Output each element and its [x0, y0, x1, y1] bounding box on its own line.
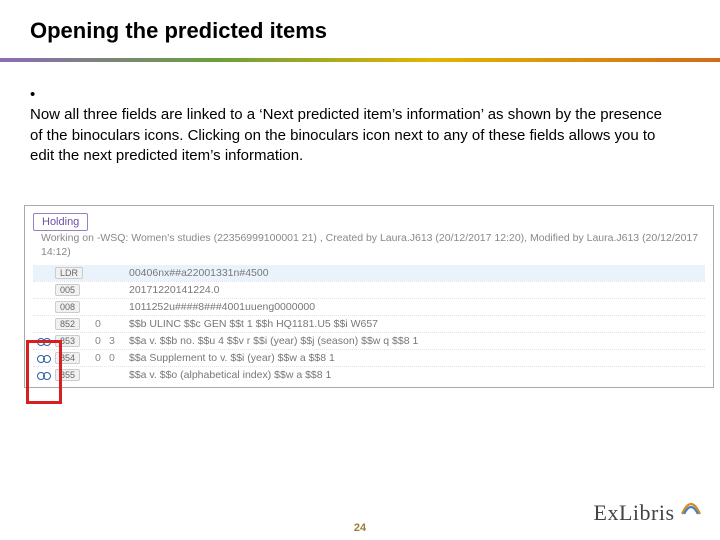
- marc-tag-chip[interactable]: 854: [55, 352, 80, 364]
- marc-tag-chip[interactable]: LDR: [55, 267, 83, 279]
- marc-row: 855 $$a v. $$o (alphabetical index) $$w a…: [33, 366, 705, 383]
- marc-indicator-2: 3: [109, 335, 123, 347]
- marc-indicator-2: 0: [109, 352, 123, 364]
- binoculars-icon[interactable]: [37, 354, 51, 363]
- marc-tag-cell: 852: [55, 318, 95, 330]
- marc-tag-chip[interactable]: 853: [55, 335, 80, 347]
- marc-row: 008 1011252u####8###4001uueng0000000: [33, 298, 705, 315]
- row-icon-cell: [33, 371, 55, 380]
- row-icon-cell: [33, 337, 55, 346]
- slide-title: Opening the predicted items: [30, 18, 327, 44]
- marc-tag-cell: 854: [55, 352, 95, 364]
- bullet-marker: •: [30, 85, 48, 105]
- accent-rule: [0, 58, 720, 62]
- marc-field-data: $$a Supplement to v. $$i (year) $$w a $$…: [123, 352, 705, 364]
- marc-field-data: 1011252u####8###4001uueng0000000: [123, 301, 705, 313]
- marc-tag-chip[interactable]: 005: [55, 284, 80, 296]
- marc-row: 853 03$$a v. $$b no. $$u 4 $$v r $$i (yea…: [33, 332, 705, 349]
- marc-row: 852 0 $$b ULINC $$c GEN $$t 1 $$h HQ1181.U…: [33, 315, 705, 332]
- marc-row: 005 20171220141224.0: [33, 281, 705, 298]
- bullet-paragraph: • Now all three fields are linked to a ‘…: [30, 85, 690, 166]
- binoculars-icon[interactable]: [37, 337, 51, 346]
- record-meta-text: Working on -WSQ: Women's studies (223569…: [41, 231, 705, 259]
- row-icon-cell: [33, 354, 55, 363]
- marc-tag-chip[interactable]: 008: [55, 301, 80, 313]
- marc-tag-chip[interactable]: 855: [55, 369, 80, 381]
- bullet-text: Now all three fields are linked to a ‘Ne…: [30, 105, 670, 166]
- marc-rows-container: LDR 00406nx##a22001331n#4500 005 2017122014…: [33, 265, 705, 383]
- exlibris-logo: ExLibris: [594, 500, 702, 526]
- record-panel: Holding Working on -WSQ: Women's studies…: [24, 205, 714, 388]
- holding-section-tag[interactable]: Holding: [33, 213, 88, 231]
- marc-row: 85400$$a Supplement to v. $$i (year) $$w…: [33, 349, 705, 366]
- exlibris-logo-text: ExLibris: [594, 500, 675, 525]
- marc-indicator-1: 0: [95, 318, 109, 330]
- marc-tag-chip[interactable]: 852: [55, 318, 80, 330]
- exlibris-logo-arc-icon: [680, 498, 702, 523]
- marc-indicator-1: 0: [95, 352, 109, 364]
- marc-tag-cell: 855: [55, 369, 95, 381]
- marc-tag-cell: 008: [55, 301, 95, 313]
- marc-tag-cell: 853: [55, 335, 95, 347]
- marc-tag-cell: LDR: [55, 267, 95, 279]
- marc-field-data: 00406nx##a22001331n#4500: [123, 267, 705, 279]
- marc-field-data: $$a v. $$o (alphabetical index) $$w a $$…: [123, 369, 705, 381]
- marc-field-data: $$b ULINC $$c GEN $$t 1 $$h HQ1181.U5 $$…: [123, 318, 705, 330]
- marc-field-data: 20171220141224.0: [123, 284, 705, 296]
- marc-field-data: $$a v. $$b no. $$u 4 $$v r $$i (year) $$…: [123, 335, 705, 347]
- marc-tag-cell: 005: [55, 284, 95, 296]
- marc-row: LDR 00406nx##a22001331n#4500: [33, 265, 705, 281]
- binoculars-icon[interactable]: [37, 371, 51, 380]
- marc-indicator-1: 0: [95, 335, 109, 347]
